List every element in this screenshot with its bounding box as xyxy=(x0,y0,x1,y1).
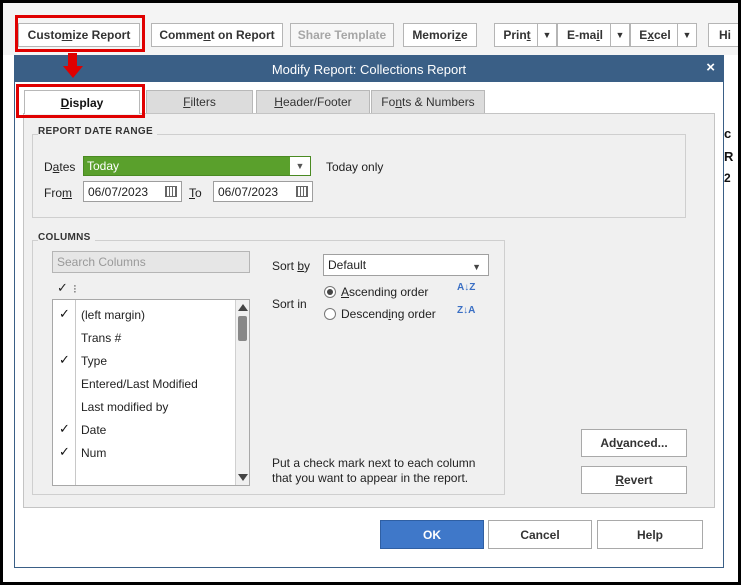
excel-dropdown-arrow[interactable]: ▼ xyxy=(677,23,697,47)
dialog-titlebar: Modify Report: Collections Report × xyxy=(15,56,723,82)
list-item[interactable]: ✓ (left margin) xyxy=(53,304,233,327)
print-button[interactable]: Prin t xyxy=(494,23,540,47)
to-label: To xyxy=(189,186,202,200)
list-item[interactable]: ✓ Num xyxy=(53,442,233,465)
sort-by-select[interactable]: Default ▼ xyxy=(323,254,489,276)
customize-report-button[interactable]: Custo m ize Report xyxy=(18,23,140,47)
check-icon[interactable]: ✓ xyxy=(59,421,70,437)
chevron-down-icon: ▼ xyxy=(290,157,310,175)
email-button[interactable]: E-ma i l xyxy=(557,23,613,47)
hide-header-button[interactable]: Hi xyxy=(708,23,741,47)
scroll-down-icon[interactable] xyxy=(238,474,248,481)
ascending-label[interactable]: Ascending order xyxy=(341,285,428,299)
columns-hint-line1: Put a check mark next to each column xyxy=(272,456,476,470)
check-icon[interactable]: ✓ xyxy=(59,352,70,368)
report-date-range-group xyxy=(32,134,686,218)
from-date-field[interactable]: 06/07/2023 xyxy=(83,181,182,202)
help-button[interactable]: Help xyxy=(597,520,703,549)
modify-report-dialog: Modify Report: Collections Report × Disp… xyxy=(14,55,724,568)
sort-descending-icon: Z↓A xyxy=(457,305,476,316)
sort-in-label: Sort in xyxy=(272,297,307,311)
columns-hint-line2: that you want to appear in the report. xyxy=(272,471,469,485)
close-icon[interactable]: × xyxy=(706,59,715,76)
dates-dropdown-value: Today xyxy=(87,159,120,173)
list-item[interactable]: ✓ Date xyxy=(53,419,233,442)
report-date-range-title: REPORT DATE RANGE xyxy=(38,126,157,137)
tab-fonts-numbers[interactable]: Fo n ts & Numbers xyxy=(371,90,485,113)
comment-on-report-button[interactable]: Comme n t on Report xyxy=(151,23,283,47)
share-template-button[interactable]: Share Template xyxy=(290,23,394,47)
tab-header-footer[interactable]: Header/Footer xyxy=(256,90,370,113)
report-peek-text: c xyxy=(724,126,732,141)
column-header-check-icon: ✓ xyxy=(57,280,68,295)
sort-by-label: Sort by xyxy=(272,259,311,273)
check-icon[interactable]: ✓ xyxy=(59,306,70,322)
chevron-down-icon: ▼ xyxy=(542,30,552,40)
chevron-down-icon: ▼ xyxy=(615,30,625,40)
dialog-title: Modify Report: Collections Report xyxy=(271,61,467,77)
column-header-drag-icon: ⁝ xyxy=(73,282,77,296)
calendar-icon[interactable] xyxy=(165,186,177,197)
scroll-up-icon[interactable] xyxy=(238,304,248,311)
dates-dropdown[interactable]: Today ▼ xyxy=(83,156,311,176)
columns-list[interactable]: ✓ (left margin) Trans # ✓ Type Entered/L… xyxy=(52,299,250,486)
sort-ascending-icon: A↓Z xyxy=(457,282,476,293)
red-arrow-down-icon xyxy=(63,66,83,78)
memorize-button[interactable]: Memori z e xyxy=(403,23,477,47)
dates-label: Dates xyxy=(44,160,76,174)
chevron-down-icon: ▼ xyxy=(472,262,481,272)
calendar-icon[interactable] xyxy=(296,186,308,197)
cancel-button[interactable]: Cancel xyxy=(488,520,592,549)
list-item[interactable]: Entered/Last Modified xyxy=(53,373,233,396)
report-toolbar: Custo m ize Report Comme n t on Report Share… xyxy=(3,3,741,55)
columns-scrollbar[interactable] xyxy=(235,300,249,485)
revert-button[interactable]: Revert xyxy=(581,466,687,494)
descending-radio[interactable] xyxy=(324,308,336,320)
report-peek-text: R xyxy=(724,149,734,164)
list-item[interactable]: ✓ Type xyxy=(53,350,233,373)
print-dropdown-arrow[interactable]: ▼ xyxy=(537,23,557,47)
ok-button[interactable]: OK xyxy=(380,520,484,549)
search-columns-input[interactable]: Search Columns xyxy=(52,251,250,273)
dates-hint: Today only xyxy=(326,160,384,174)
report-peek-text: 2 xyxy=(724,171,731,185)
list-item[interactable]: Trans # xyxy=(53,327,233,350)
advanced-button[interactable]: Ad v anced... xyxy=(581,429,687,457)
check-icon[interactable]: ✓ xyxy=(59,444,70,460)
from-label: From xyxy=(44,186,72,200)
ascending-radio[interactable] xyxy=(324,286,336,298)
email-dropdown-arrow[interactable]: ▼ xyxy=(610,23,630,47)
tab-display[interactable]: Display xyxy=(24,90,140,114)
columns-title: COLUMNS xyxy=(38,232,95,243)
list-item[interactable]: Last modified by xyxy=(53,396,233,419)
to-date-field[interactable]: 06/07/2023 xyxy=(213,181,313,202)
scroll-thumb[interactable] xyxy=(238,316,247,341)
descending-label[interactable]: Descending order xyxy=(341,307,436,321)
excel-button[interactable]: Ex cel xyxy=(630,23,680,47)
chevron-down-icon: ▼ xyxy=(682,30,692,40)
tab-filters[interactable]: Filters xyxy=(146,90,253,113)
